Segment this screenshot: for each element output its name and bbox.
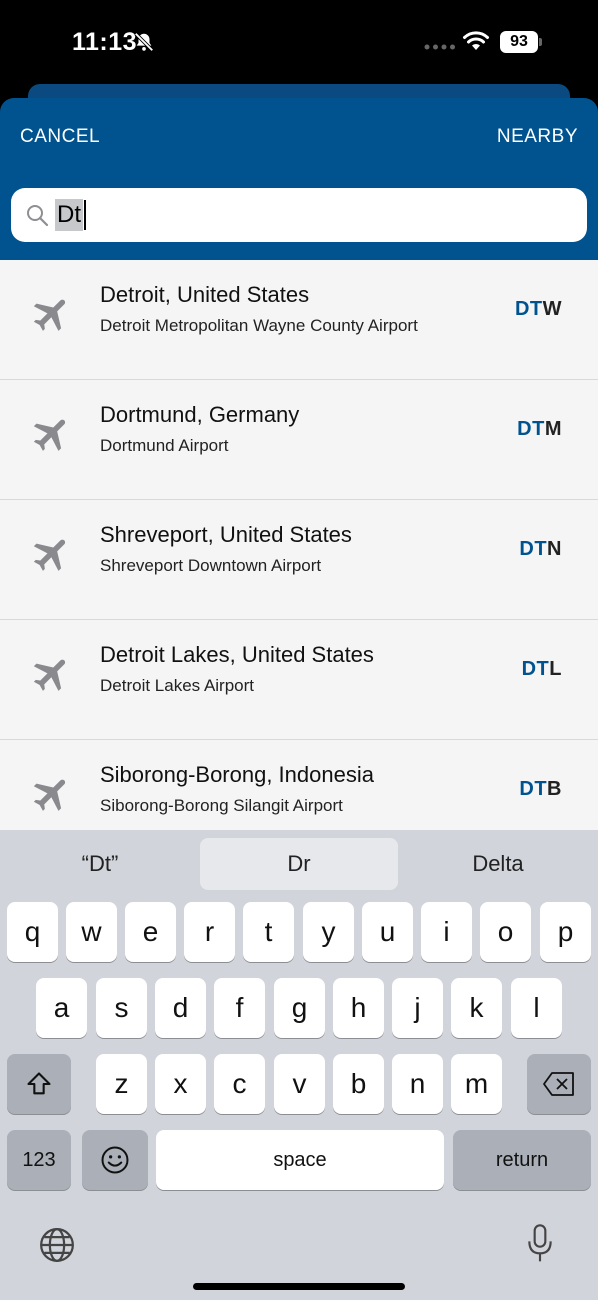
key-t[interactable]: t: [243, 902, 294, 962]
airplane-icon: [33, 299, 66, 331]
result-code: DTW: [514, 298, 562, 320]
suggestion-bar: “Dt” Dr Delta: [0, 838, 598, 890]
airplane-icon: [33, 779, 66, 811]
shift-icon: [27, 1072, 51, 1095]
result-row[interactable]: Siborong-Borong, Indonesia Siborong-Boro…: [0, 740, 598, 830]
keyboard: “Dt” Dr Delta q w e r t y u i o p a s d …: [0, 830, 598, 1300]
signal-dots-icon: [424, 44, 455, 50]
suggestion-alt[interactable]: Delta: [398, 838, 598, 890]
return-key[interactable]: return: [453, 1130, 591, 1190]
key-l[interactable]: l: [511, 978, 562, 1038]
result-city: Shreveport, United States: [100, 522, 352, 547]
airplane-icon: [33, 539, 66, 571]
result-city: Siborong-Borong, Indonesia: [100, 762, 374, 787]
result-code: DTL: [521, 658, 562, 680]
key-b[interactable]: b: [333, 1054, 384, 1114]
result-row[interactable]: Detroit, United States Detroit Metropoli…: [0, 260, 598, 380]
emoji-icon: [101, 1146, 129, 1174]
airplane-icon: [33, 419, 66, 451]
key-g[interactable]: g: [274, 978, 325, 1038]
search-input[interactable]: Dt: [55, 197, 86, 233]
results-list: Detroit, United States Detroit Metropoli…: [0, 260, 598, 830]
key-x[interactable]: x: [155, 1054, 206, 1114]
result-code: DTM: [517, 418, 562, 440]
nearby-button[interactable]: NEARBY: [497, 126, 578, 148]
status-bar: 11:13 93: [0, 0, 598, 86]
result-code: DTN: [519, 538, 562, 560]
key-v[interactable]: v: [274, 1054, 325, 1114]
result-row[interactable]: Shreveport, United States Shreveport Dow…: [0, 500, 598, 620]
result-airport: Siborong-Borong Silangit Airport: [100, 796, 343, 815]
key-s[interactable]: s: [96, 978, 147, 1038]
key-j[interactable]: j: [392, 978, 443, 1038]
key-w[interactable]: w: [66, 902, 117, 962]
microphone-icon[interactable]: [526, 1224, 554, 1264]
key-o[interactable]: o: [480, 902, 531, 962]
battery-icon: 93: [500, 31, 542, 53]
result-code: DTB: [519, 778, 562, 800]
key-m[interactable]: m: [451, 1054, 502, 1114]
search-input-value: Dt: [55, 199, 83, 231]
key-k[interactable]: k: [451, 978, 502, 1038]
result-airport: Dortmund Airport: [100, 436, 229, 455]
key-n[interactable]: n: [392, 1054, 443, 1114]
suggestion-primary[interactable]: Dr: [200, 838, 398, 890]
emoji-key[interactable]: [82, 1130, 148, 1190]
result-airport: Shreveport Downtown Airport: [100, 556, 322, 575]
airplane-icon: [33, 659, 66, 691]
cancel-button[interactable]: CANCEL: [20, 126, 100, 148]
key-f[interactable]: f: [214, 978, 265, 1038]
bell-slash-icon: [134, 32, 154, 52]
delete-key[interactable]: [527, 1054, 591, 1114]
home-indicator: [193, 1283, 405, 1290]
suggestion-quoted[interactable]: “Dt”: [0, 838, 200, 890]
numbers-key[interactable]: 123: [7, 1130, 71, 1190]
key-y[interactable]: y: [303, 902, 354, 962]
key-e[interactable]: e: [125, 902, 176, 962]
result-row[interactable]: Dortmund, Germany Dortmund Airport DTM: [0, 380, 598, 500]
result-city: Detroit Lakes, United States: [100, 642, 374, 667]
globe-icon[interactable]: [38, 1226, 76, 1264]
delete-icon: [543, 1072, 574, 1096]
result-city: Detroit, United States: [100, 282, 310, 307]
search-field[interactable]: Dt: [11, 188, 587, 242]
space-key[interactable]: space: [156, 1130, 444, 1190]
status-time: 11:13: [72, 28, 138, 56]
text-caret: [84, 200, 86, 230]
key-i[interactable]: i: [421, 902, 472, 962]
key-d[interactable]: d: [155, 978, 206, 1038]
result-row[interactable]: Detroit Lakes, United States Detroit Lak…: [0, 620, 598, 740]
result-city: Dortmund, Germany: [100, 402, 300, 427]
key-q[interactable]: q: [7, 902, 58, 962]
key-u[interactable]: u: [362, 902, 413, 962]
key-h[interactable]: h: [333, 978, 384, 1038]
shift-key[interactable]: [7, 1054, 71, 1114]
battery-level: 93: [500, 31, 538, 53]
result-airport: Detroit Metropolitan Wayne County Airpor…: [100, 316, 418, 335]
wifi-icon: [463, 31, 489, 50]
search-header: CANCEL NEARBY Dt: [0, 98, 598, 260]
key-p[interactable]: p: [540, 902, 591, 962]
key-r[interactable]: r: [184, 902, 235, 962]
search-icon: [27, 205, 49, 227]
key-z[interactable]: z: [96, 1054, 147, 1114]
key-a[interactable]: a: [36, 978, 87, 1038]
key-c[interactable]: c: [214, 1054, 265, 1114]
result-airport: Detroit Lakes Airport: [100, 676, 255, 695]
